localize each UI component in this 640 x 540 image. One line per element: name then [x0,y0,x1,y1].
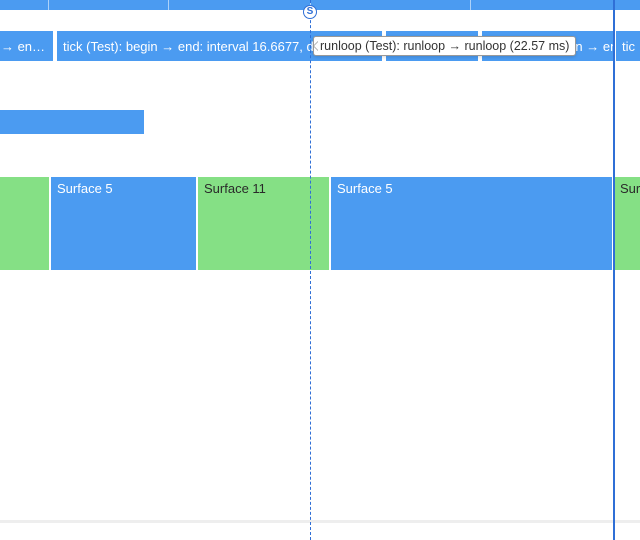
subtrack [0,110,144,134]
tick-track[interactable] [0,78,640,110]
tooltip-text: runloop (Test): runloop → runloop (22.57… [320,39,569,53]
surface-span[interactable]: Sur [613,176,640,271]
s-marker-icon[interactable]: S [303,5,317,19]
surface-span[interactable]: Surface 5 [50,176,197,271]
ruler-track[interactable] [0,0,640,10]
span-tooltip: runloop (Test): runloop → runloop (22.57… [313,36,576,56]
ruler-tick [168,0,169,10]
span-label: Surface 5 [57,181,113,196]
surface-span[interactable] [0,176,50,271]
span-label: Sur [620,181,640,196]
surfaces-track[interactable] [0,405,640,460]
ruler-tick [470,0,471,10]
span-label: tic [622,39,635,54]
whitebar-span[interactable] [0,78,143,110]
ruler-tick [613,0,614,10]
surface-span[interactable]: Surface 11 [197,176,330,271]
frequency-track [0,474,640,523]
span-label: Surface 11 [204,181,266,196]
purple-track[interactable]: Surface 5 Surface 11 Surface 5 Sur [0,176,640,271]
span-label: Surface 5 [337,181,393,196]
span-label: …gin → en… [0,39,45,54]
surface-span[interactable]: Surface 5 [330,176,613,271]
tick-span[interactable]: …gin → en… [0,30,54,62]
tick-span[interactable]: tic [615,30,640,62]
ruler-tick [48,0,49,10]
